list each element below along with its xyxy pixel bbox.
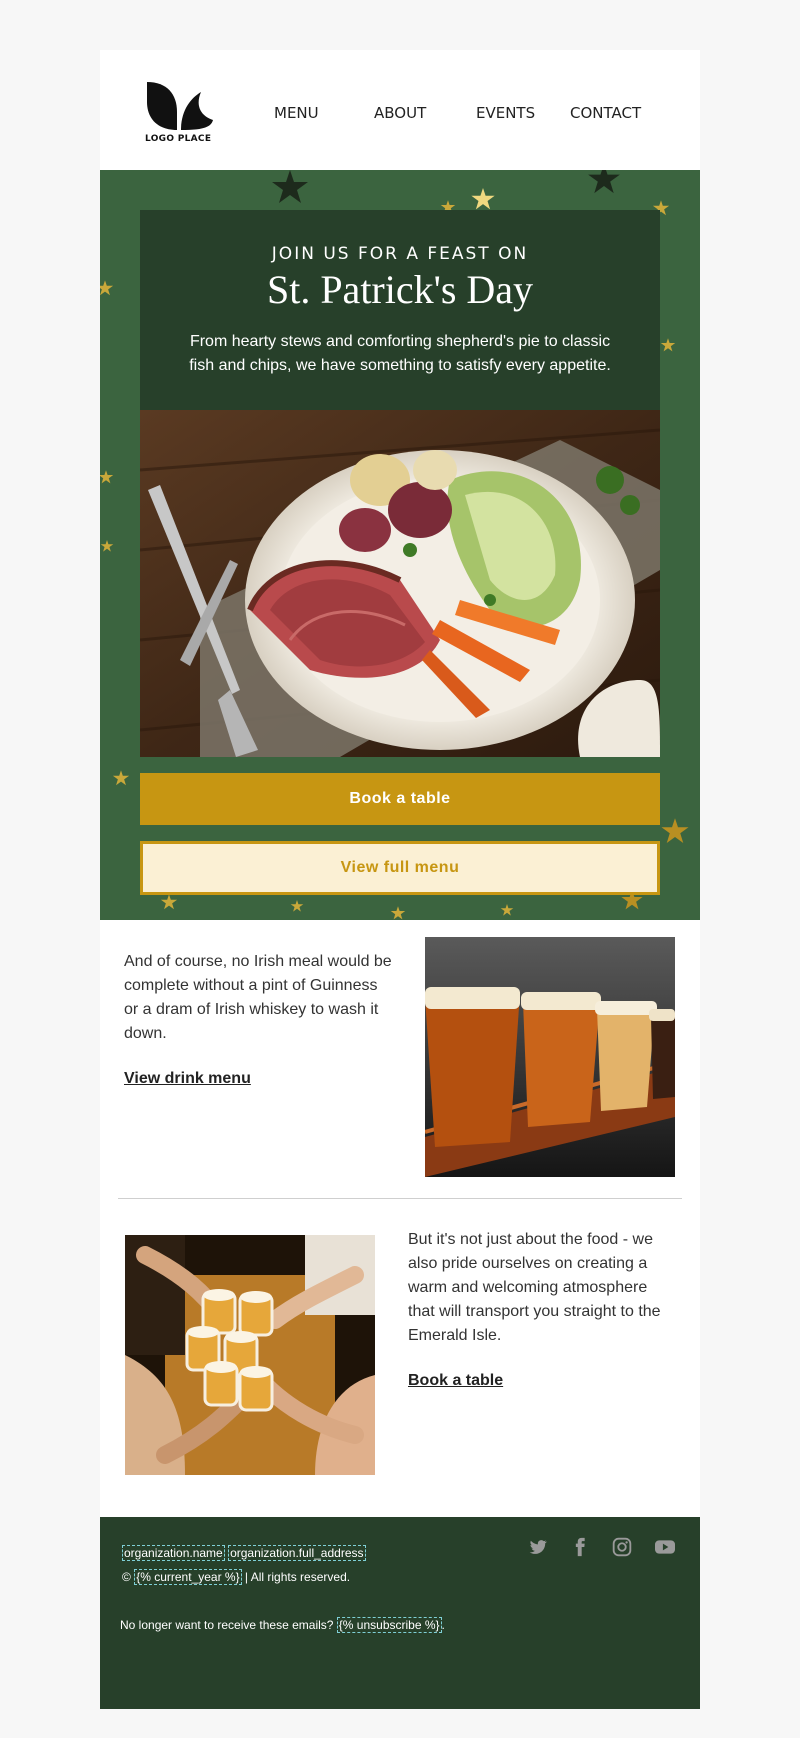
unsubscribe-line: No longer want to receive these emails? …: [120, 1617, 445, 1633]
hero-kicker: JOIN US FOR A FEAST ON: [271, 244, 529, 264]
org-name-tag: organization.name: [122, 1545, 225, 1561]
view-full-menu-button[interactable]: View full menu: [140, 841, 660, 895]
twitter-icon[interactable]: [528, 1537, 548, 1557]
hero-description: From hearty stews and comforting shepher…: [189, 333, 611, 374]
youtube-icon[interactable]: [654, 1537, 676, 1557]
star-decoration-icon: [112, 770, 130, 786]
current-year-tag: {% current_year %}: [134, 1569, 242, 1585]
star-decoration-icon: [500, 904, 514, 916]
email-container: LOGO PLACE MENU ABOUT EVENTS CONTACT JOI…: [100, 50, 700, 1709]
star-decoration-icon: [661, 818, 689, 843]
corned-beef-dish-image: [140, 410, 660, 757]
atmosphere-text: But it's not just about the food - we al…: [408, 1231, 661, 1344]
star-decoration-icon: [390, 906, 406, 920]
hero-section: JOIN US FOR A FEAST ON St. Patrick's Day…: [100, 170, 700, 920]
instagram-icon[interactable]: [612, 1537, 632, 1557]
logo[interactable]: LOGO PLACE: [145, 80, 215, 144]
leaf-logo-icon: [147, 82, 213, 130]
nav-contact[interactable]: CONTACT: [570, 104, 641, 122]
copyright-symbol: ©: [122, 1570, 131, 1584]
star-decoration-icon: [272, 170, 308, 203]
facebook-icon[interactable]: [570, 1537, 590, 1557]
drinks-text: And of course, no Irish meal would be co…: [124, 953, 392, 1042]
nav-menu[interactable]: MENU: [274, 104, 319, 122]
rights-text: | All rights reserved.: [244, 1570, 351, 1584]
star-decoration-icon: [160, 894, 178, 910]
star-decoration-icon: [660, 338, 676, 352]
star-decoration-icon: [471, 188, 495, 210]
star-decoration-icon: [100, 470, 114, 484]
org-line: organization.name organization.full_addr…: [122, 1545, 366, 1561]
org-address-tag: organization.full_address: [228, 1545, 366, 1561]
hero-title: St. Patrick's Day: [266, 267, 534, 312]
friends-toasting-image: [125, 1235, 375, 1475]
unsubscribe-suffix: .: [441, 1618, 445, 1632]
star-decoration-icon: [290, 900, 304, 912]
nav-about[interactable]: ABOUT: [374, 104, 426, 122]
atmosphere-text-block: But it's not just about the food - we al…: [408, 1228, 678, 1390]
nav-events[interactable]: EVENTS: [476, 104, 535, 122]
drinks-text-block: And of course, no Irish meal would be co…: [124, 950, 394, 1088]
section-divider: [118, 1198, 682, 1199]
email-footer: organization.name organization.full_addr…: [100, 1517, 700, 1709]
email-header: LOGO PLACE MENU ABOUT EVENTS CONTACT: [100, 50, 700, 170]
drinks-section: And of course, no Irish meal would be co…: [100, 920, 700, 1200]
view-drink-menu-link[interactable]: View drink menu: [124, 1070, 251, 1088]
book-table-link[interactable]: Book a table: [408, 1372, 503, 1390]
book-table-button[interactable]: Book a table: [140, 773, 660, 825]
logo-text: LOGO PLACE: [145, 134, 212, 144]
star-decoration-icon: [100, 280, 114, 296]
unsubscribe-tag[interactable]: {% unsubscribe %}: [336, 1617, 442, 1633]
star-decoration-icon: [588, 170, 620, 194]
star-decoration-icon: [100, 540, 114, 552]
hero-text-box: JOIN US FOR A FEAST ON St. Patrick's Day…: [140, 210, 660, 410]
beer-flight-image: [425, 937, 675, 1177]
unsubscribe-text: No longer want to receive these emails?: [120, 1618, 334, 1632]
copyright-line: © {% current_year %} | All rights reserv…: [122, 1569, 351, 1585]
atmosphere-section: But it's not just about the food - we al…: [100, 1200, 700, 1517]
